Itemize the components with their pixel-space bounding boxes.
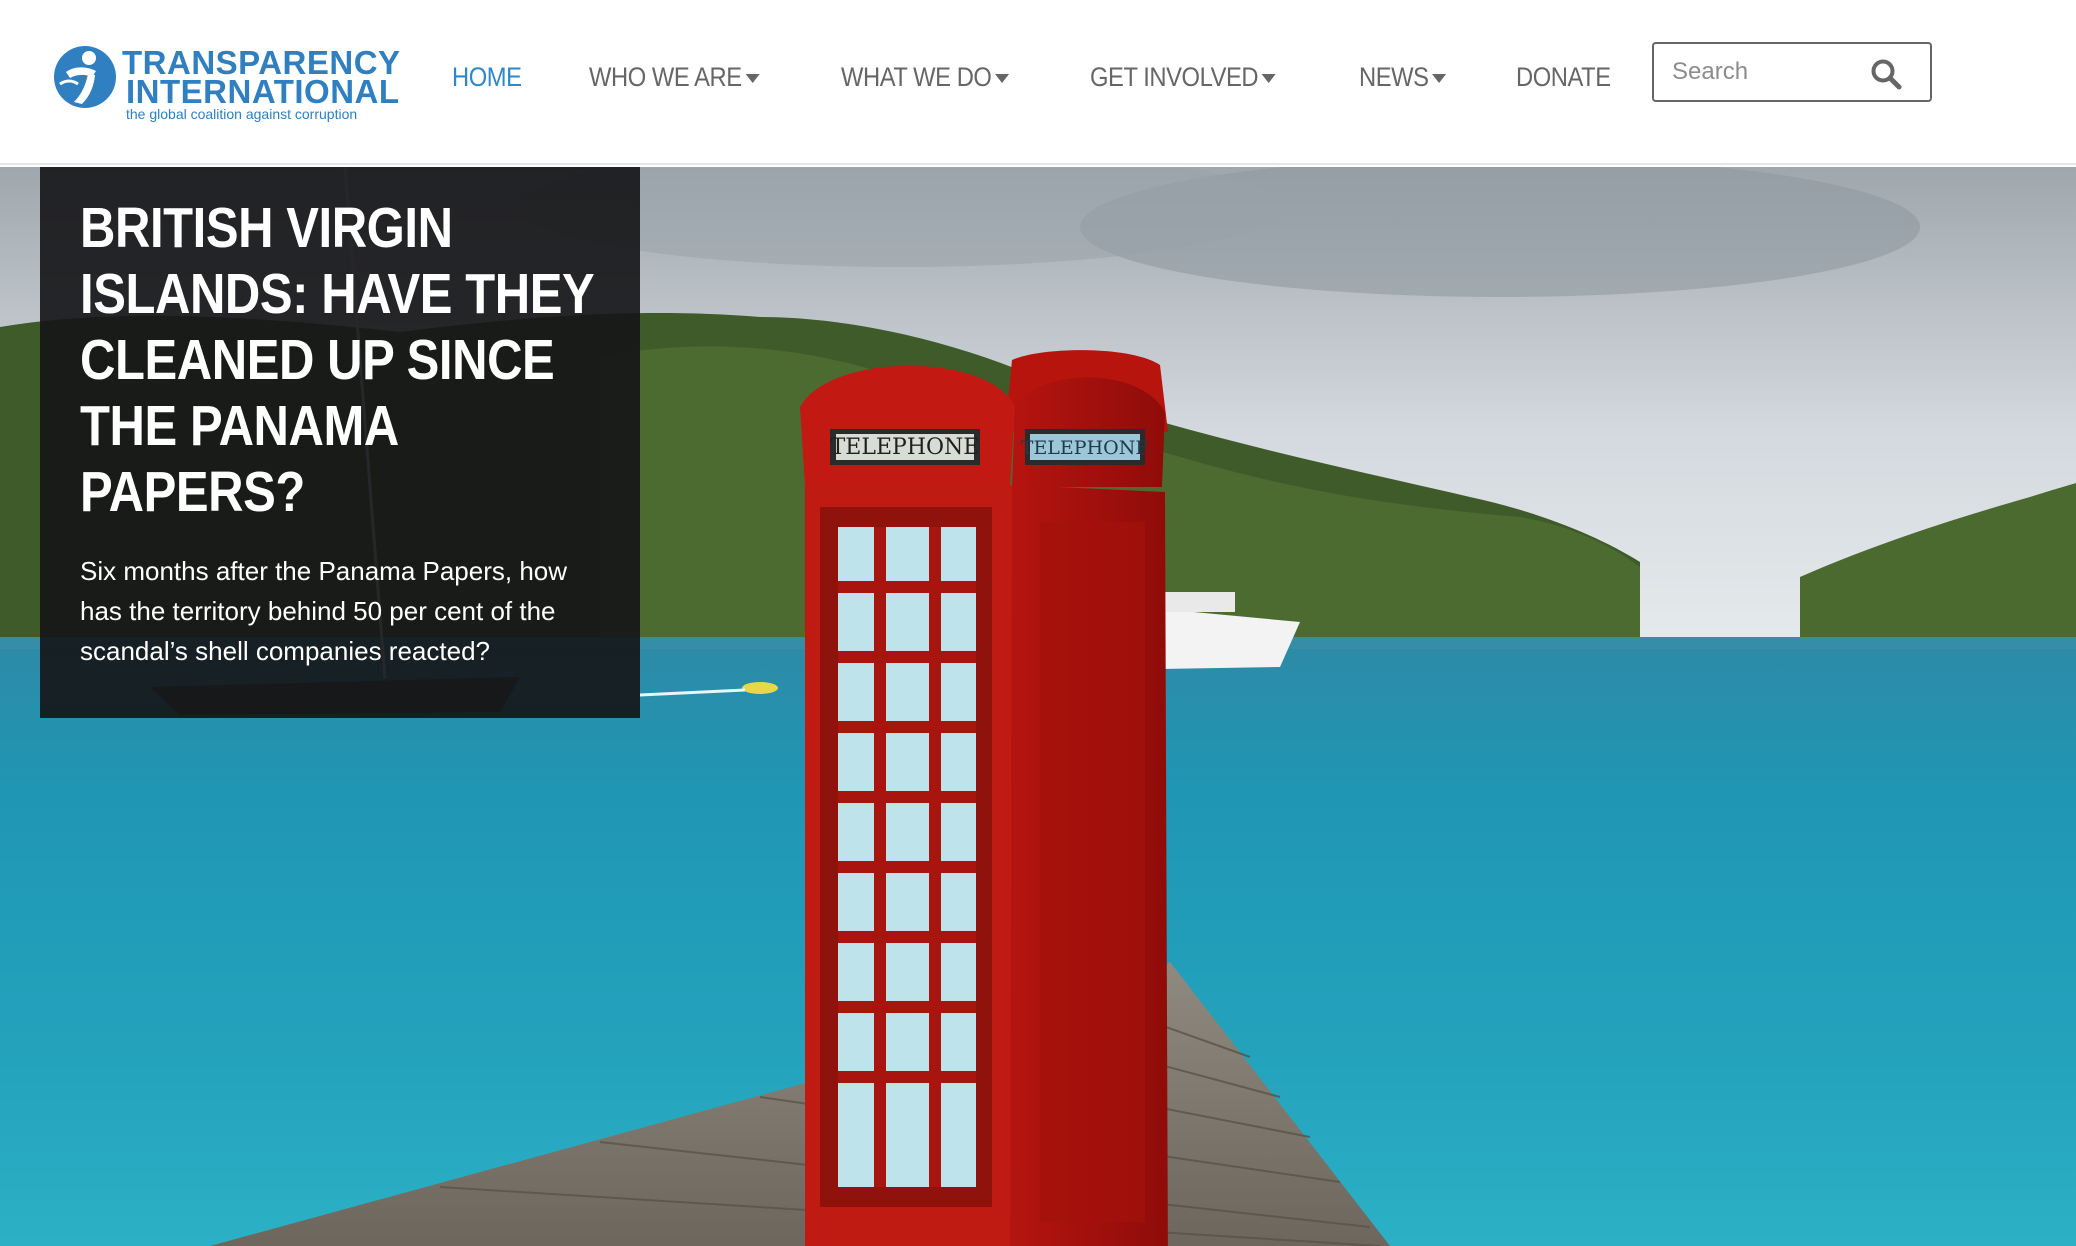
caret-down-icon [745, 73, 760, 83]
nav-item-label: WHO WE ARE [589, 61, 742, 92]
caret-down-icon [1431, 73, 1446, 83]
caret-down-icon [1261, 73, 1276, 83]
main-nav: HOME WHO WE ARE WHAT WE DO GET INVOLVED … [452, 56, 1681, 98]
nav-item-label: HOME [452, 61, 522, 92]
search-input[interactable] [1672, 52, 1872, 92]
nav-item-label: DONATE [1515, 61, 1611, 92]
nav-item-label: GET INVOLVED [1089, 61, 1259, 92]
logo[interactable]: TRANSPARENCY INTERNATIONAL the global co… [52, 40, 400, 124]
nav-item-news[interactable]: NEWS [1359, 62, 1446, 93]
search-icon[interactable] [1870, 58, 1902, 90]
booth-sign-side: TELEPHONE [1021, 437, 1149, 459]
nav-item-label: WHAT WE DO [840, 61, 992, 92]
search-box [1652, 42, 1932, 102]
logo-wordmark-line2: INTERNATIONAL [126, 73, 400, 110]
featured-story-card[interactable]: BRITISH VIRGIN ISLANDS: HAVE THEY CLEANE… [40, 167, 640, 718]
logo-tagline: the global coalition against corruption [126, 106, 358, 122]
featured-story-summary: Six months after the Panama Papers, how … [80, 556, 568, 666]
hero-banner[interactable]: TELEPHONE TELEPHONE BRITISH VIRGIN ISLAN… [0, 167, 2076, 1246]
logo-icon [54, 46, 116, 108]
nav-item-what-we-do[interactable]: WHAT WE DO [841, 62, 1009, 93]
nav-item-who-we-are[interactable]: WHO WE ARE [589, 61, 760, 93]
nav-item-donate[interactable]: DONATE [1516, 62, 1611, 93]
nav-item-get-involved[interactable]: GET INVOLVED [1090, 62, 1276, 93]
featured-story-title[interactable]: BRITISH VIRGIN ISLANDS: HAVE THEY CLEANE… [80, 195, 613, 525]
nav-item-label: NEWS [1358, 61, 1429, 92]
nav-item-home[interactable]: HOME [452, 62, 522, 93]
site-header: TRANSPARENCY INTERNATIONAL the global co… [0, 0, 2076, 165]
booth-sign: TELEPHONE [831, 435, 980, 460]
caret-down-icon [994, 73, 1009, 83]
